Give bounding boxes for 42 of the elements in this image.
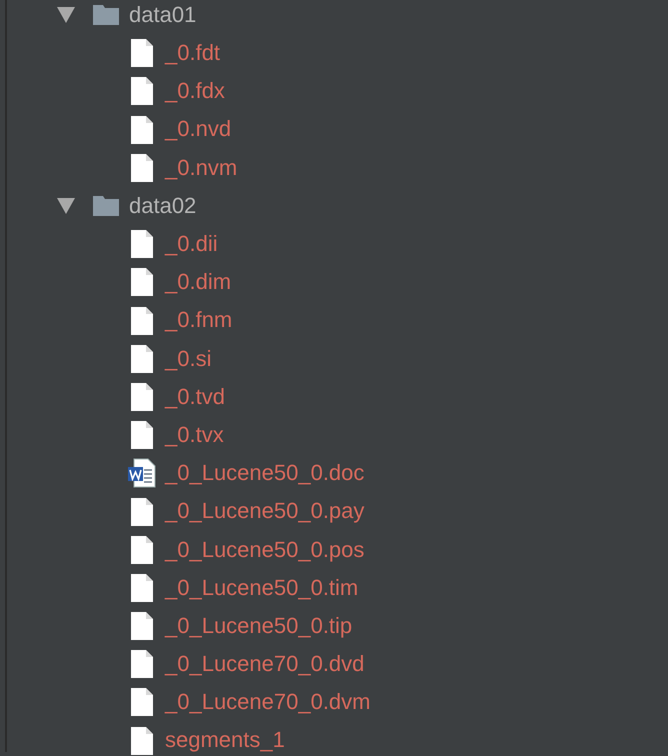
file-name[interactable]: _0.dii [165,231,218,258]
file-name[interactable]: _0.nvd [165,116,232,143]
file-icon [131,574,153,602]
file-icon [131,344,153,373]
file-icon [131,268,153,296]
file-name[interactable]: _0.nvm [165,154,238,182]
file-name[interactable]: _0_Lucene50_0.pos [165,536,364,563]
file-icon [131,421,153,450]
file-icon [131,612,153,640]
file-icon [131,498,153,526]
file-name[interactable]: _0.tvd [165,384,225,410]
file-icon [131,536,153,564]
file-name[interactable]: _0_Lucene50_0.tip [165,612,352,640]
file-icon [131,230,153,258]
file-icon [131,650,153,678]
expand-arrow-icon[interactable] [57,198,75,214]
folder-name[interactable]: data01 [129,2,196,28]
file-name[interactable]: _0.fdx [165,78,225,105]
file-icon [131,726,153,755]
file-name[interactable]: _0_Lucene50_0.doc [165,460,364,487]
file-name[interactable]: _0.dim [165,269,232,296]
file-name[interactable]: _0.tvx [165,422,224,448]
file-icon [131,688,153,716]
file-icon [131,39,153,68]
file-icon [131,382,153,411]
word-document-icon [128,458,156,488]
file-name[interactable]: segments_1 [165,727,285,754]
file-icon [131,116,153,144]
file-name[interactable]: _0_Lucene50_0.pay [165,498,364,525]
folder-name[interactable]: data02 [129,192,196,220]
file-name[interactable]: _0_Lucene70_0.dvd [165,651,364,678]
folder-icon [93,5,119,26]
file-name[interactable]: _0.fnm [165,307,232,334]
expand-arrow-icon[interactable] [57,7,75,24]
file-name[interactable]: _0_Lucene50_0.tim [165,574,358,602]
folder-icon [93,196,119,216]
file-icon [131,154,153,182]
file-name[interactable]: _0_Lucene70_0.dvm [165,689,370,716]
file-name[interactable]: _0.fdt [165,40,220,66]
file-name[interactable]: _0.si [165,346,212,372]
file-icon [131,77,153,106]
file-icon [131,306,153,335]
